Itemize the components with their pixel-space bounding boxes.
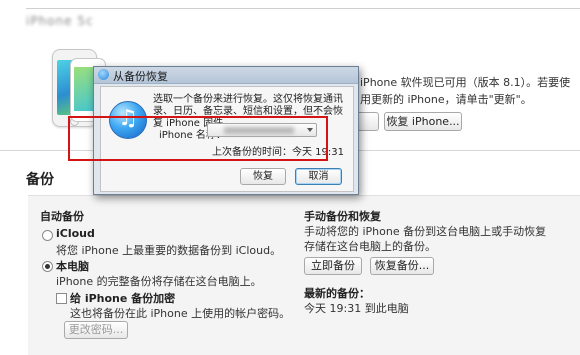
icloud-radio[interactable] bbox=[42, 230, 53, 241]
icloud-description: 将您 iPhone 上最重要的数据备份到 iCloud。 bbox=[56, 244, 282, 257]
dialog-title: 从备份恢复 bbox=[113, 70, 168, 83]
icloud-label[interactable]: iCloud bbox=[56, 227, 95, 240]
encrypt-backup-description: 这也将备份在此 iPhone 上使用的帐户密码。 bbox=[70, 307, 291, 320]
backup-heading: 备份 bbox=[26, 172, 54, 188]
encrypt-backup-checkbox[interactable] bbox=[56, 293, 67, 304]
manual-backup-description: 手动将您的 iPhone 备份到这台电脑上或手动恢复存储在这台电脑上的备份。 bbox=[304, 225, 547, 253]
auto-backup-heading: 自动备份 bbox=[40, 210, 84, 223]
dialog-cancel-button[interactable]: 取消 bbox=[295, 168, 342, 185]
latest-backup-heading: 最新的备份： bbox=[304, 287, 370, 300]
dialog-restore-button[interactable]: 恢复 bbox=[240, 168, 286, 185]
backup-panel: 自动备份 iCloud 将您 iPhone 上最重要的数据备份到 iCloud。… bbox=[28, 195, 580, 355]
restore-iphone-button[interactable]: 恢复 iPhone... bbox=[384, 112, 462, 131]
this-computer-label[interactable]: 本电脑 bbox=[56, 258, 89, 274]
itunes-small-icon bbox=[98, 69, 109, 80]
this-computer-radio[interactable] bbox=[42, 261, 53, 272]
highlight-box bbox=[68, 116, 328, 161]
restore-backup-button[interactable]: 恢复备份... bbox=[370, 257, 434, 275]
manual-backup-heading: 手动备份和恢复 bbox=[304, 210, 381, 223]
device-title: iPhone 5c bbox=[26, 14, 94, 28]
this-computer-description: iPhone 的完整备份将存储在这台电脑上。 bbox=[56, 275, 262, 288]
latest-backup-value: 今天 19:31 到此电脑 bbox=[304, 302, 409, 315]
top-divider bbox=[26, 8, 580, 9]
encrypt-backup-label[interactable]: 给 iPhone 备份加密 bbox=[70, 290, 175, 306]
backup-now-button[interactable]: 立即备份 bbox=[304, 257, 362, 275]
dialog-title-bar[interactable]: 从备份恢复 bbox=[94, 67, 358, 84]
software-update-info: iPhone 软件现已可用（版本 8.1）。若要使用更新的 iPhone，请单击… bbox=[360, 76, 571, 106]
change-password-button[interactable]: 更改密码... bbox=[64, 321, 128, 339]
